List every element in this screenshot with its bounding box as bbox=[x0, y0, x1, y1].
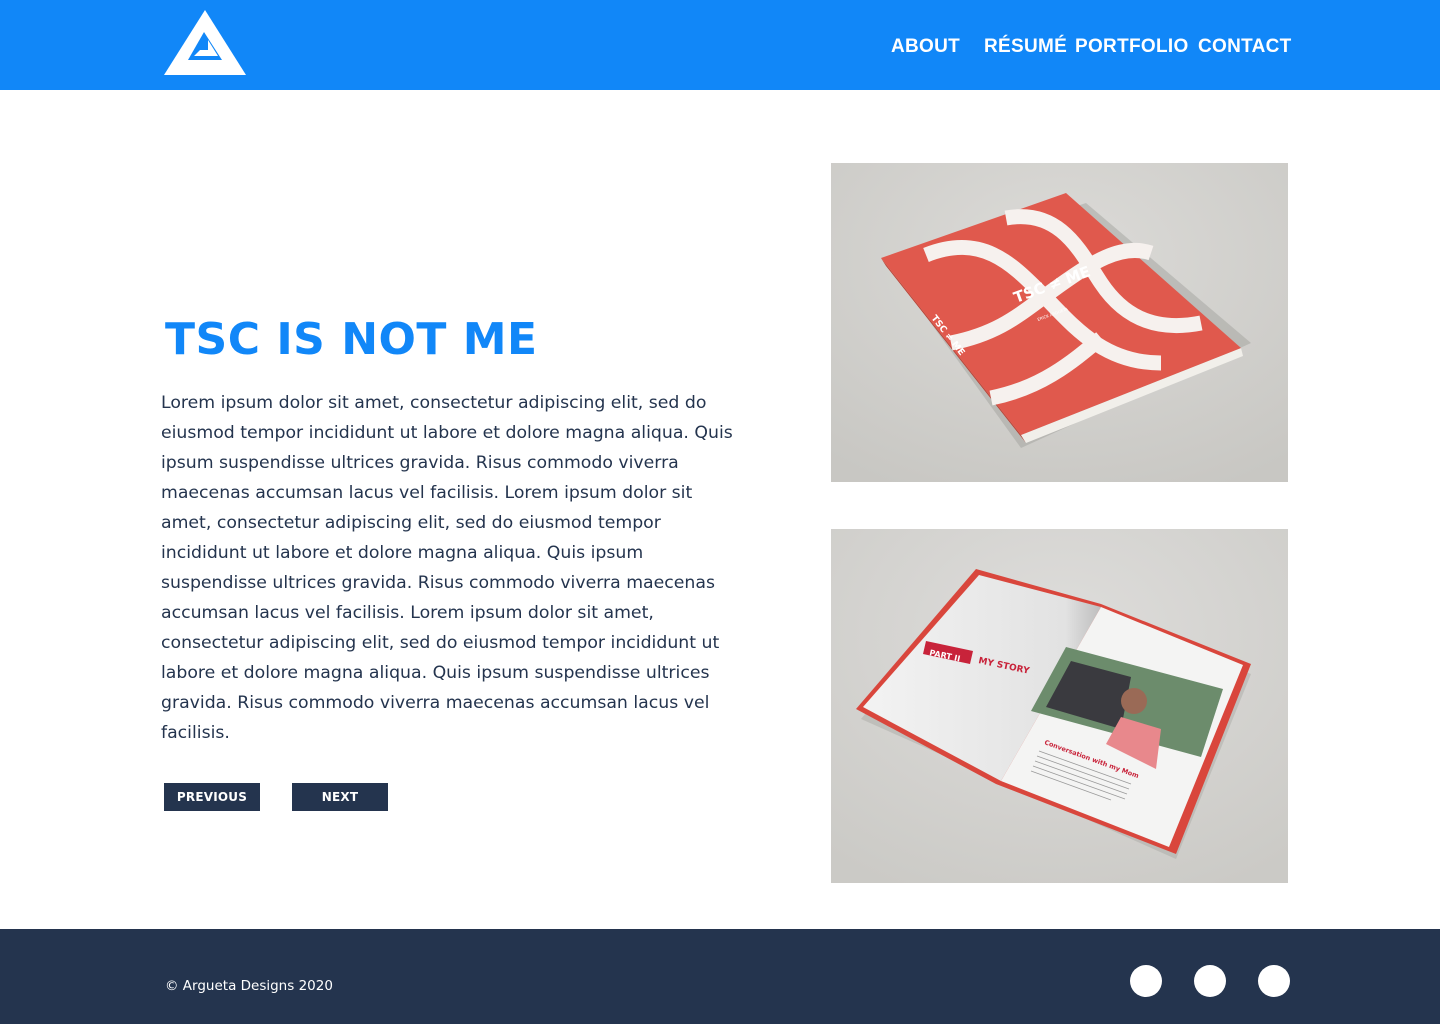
social-icon-1[interactable] bbox=[1130, 965, 1162, 997]
book-cover-mockup-image: TSC ≠ ME ERICK ARGUETA TSC ≠ ME bbox=[831, 163, 1288, 482]
site-footer: © Argueta Designs 2020 bbox=[0, 929, 1440, 1024]
nav-about-link[interactable]: ABOUT bbox=[891, 36, 960, 58]
copyright-text: © Argueta Designs 2020 bbox=[165, 978, 333, 994]
nav-contact-link[interactable]: CONTACT bbox=[1198, 36, 1292, 58]
nav-portfolio-link[interactable]: PORTFOLIO bbox=[1075, 36, 1189, 58]
social-icon-2[interactable] bbox=[1194, 965, 1226, 997]
previous-button[interactable]: PREVIOUS bbox=[164, 783, 260, 811]
project-title: TSC IS NOT ME bbox=[165, 314, 538, 365]
site-header: ABOUT RÉSUMÉ PORTFOLIO CONTACT bbox=[0, 0, 1440, 90]
book-spread-mockup-image: PART II MY STORY Conversation with my Mo… bbox=[831, 529, 1288, 883]
project-description: Lorem ipsum dolor sit amet, consectetur … bbox=[161, 393, 733, 743]
triangle-logo-icon[interactable] bbox=[164, 10, 246, 75]
book-spread-illustration: PART II MY STORY Conversation with my Mo… bbox=[831, 529, 1288, 883]
social-icon-3[interactable] bbox=[1258, 965, 1290, 997]
next-button[interactable]: NEXT bbox=[292, 783, 388, 811]
book-cover-illustration: TSC ≠ ME ERICK ARGUETA TSC ≠ ME bbox=[831, 163, 1288, 482]
nav-resume-link[interactable]: RÉSUMÉ bbox=[984, 36, 1067, 58]
